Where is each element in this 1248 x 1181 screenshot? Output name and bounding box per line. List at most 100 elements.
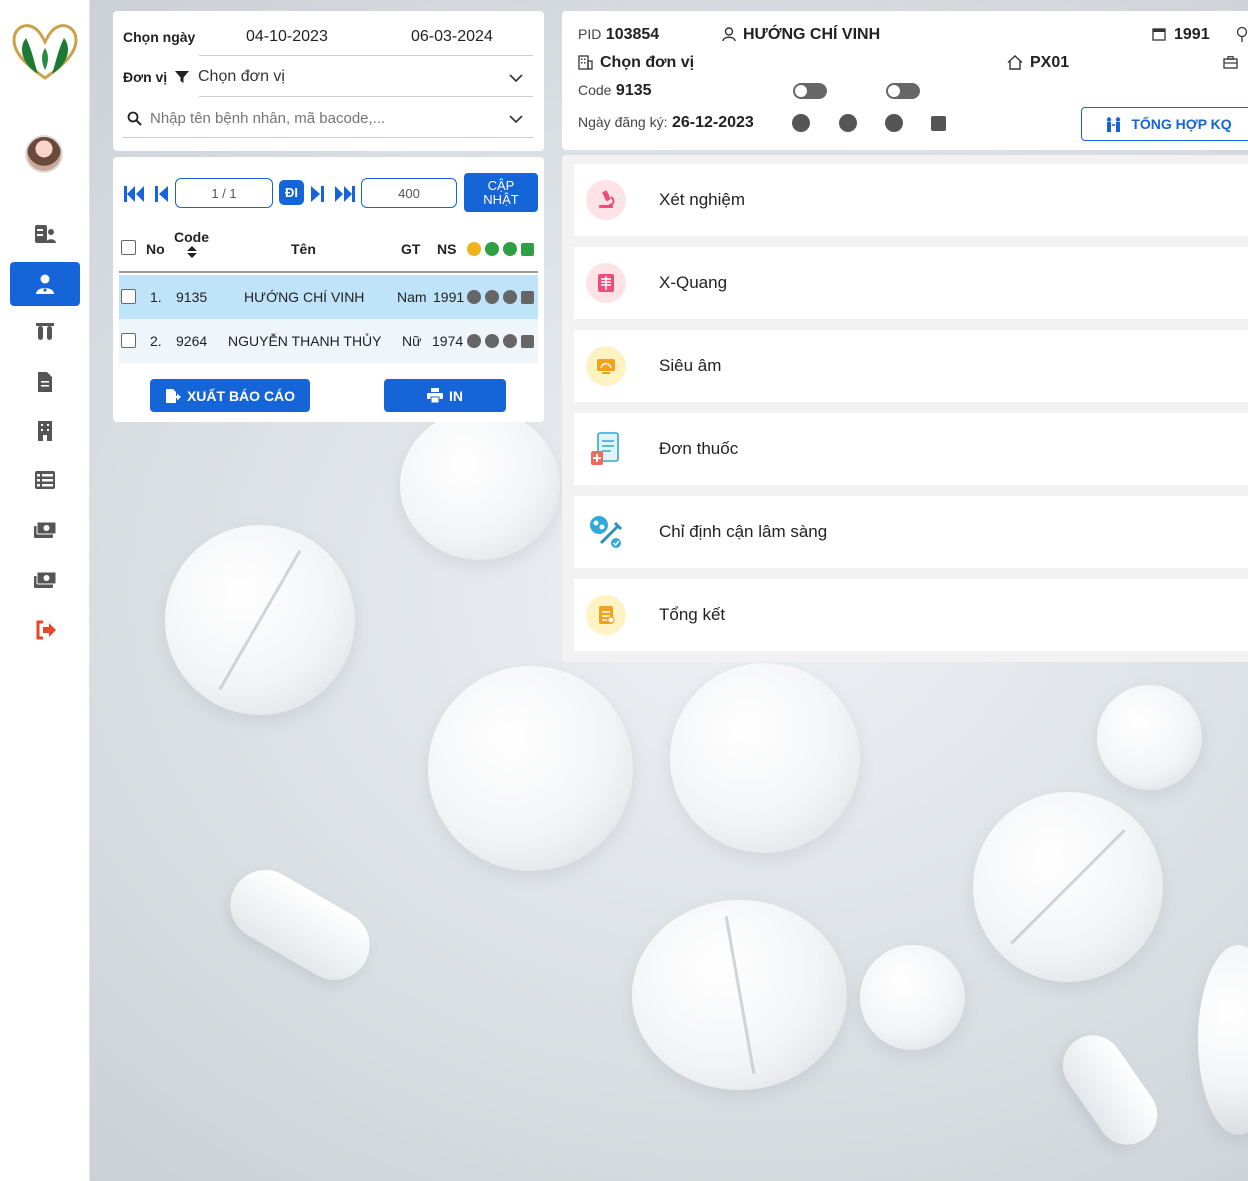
code-value: 9135 (615, 82, 652, 99)
people-icon (1107, 116, 1121, 132)
unit-label: Đơn vị (123, 69, 168, 85)
upload-icon[interactable] (792, 114, 810, 132)
row-gender: Nữ (402, 333, 422, 349)
sidebar-item-building[interactable] (10, 409, 80, 453)
briefcase-icon (1223, 56, 1238, 69)
header-code[interactable]: Code (174, 221, 209, 265)
prev-page-icon[interactable] (155, 185, 169, 203)
pid-label: PID (578, 26, 602, 42)
toggle-switch[interactable] (793, 83, 827, 99)
date-from-input[interactable]: 04-10-2023 (246, 28, 328, 46)
avatar[interactable] (25, 135, 63, 173)
document-icon (38, 372, 52, 392)
checkbox-icon[interactable] (521, 290, 534, 304)
upload-status-icon (467, 242, 481, 256)
upload-icon[interactable] (467, 290, 481, 304)
print-label: IN (449, 387, 463, 404)
print-button[interactable]: IN (384, 379, 506, 412)
unit-select[interactable]: Chọn đơn vị (198, 68, 285, 86)
location-icon (1236, 26, 1248, 42)
go-button[interactable]: ĐI (279, 180, 304, 205)
patient-info-panel: PID 103854 HƯỚNG CHÍ VINH 1991 Chọn đơn … (562, 11, 1248, 150)
sidebar-item-logout[interactable] (10, 608, 80, 652)
row-code: 9135 (176, 289, 208, 305)
menu-item-clinical-orders[interactable]: Chỉ định cận lâm sàng (574, 496, 1248, 568)
toggle-switch[interactable] (886, 83, 920, 99)
room-value: PX01 (1030, 54, 1070, 71)
header-name: Tên (291, 241, 316, 257)
update-button[interactable]: CẬP NHẬT (464, 173, 538, 212)
calendar-icon (1152, 28, 1166, 41)
file-export-icon (165, 388, 181, 403)
menu-item-lab-test[interactable]: Xét nghiệm (574, 164, 1248, 236)
row-checkbox[interactable] (121, 289, 136, 304)
building-icon (38, 421, 52, 441)
row-no: 2. (150, 333, 162, 349)
registration-date: 26-12-2023 (671, 114, 754, 131)
download-icon[interactable] (503, 334, 517, 348)
sidebar-item-payments-2[interactable] (10, 558, 80, 602)
chevron-down-icon[interactable] (509, 71, 523, 85)
sidebar-item-lab[interactable] (10, 310, 80, 354)
table-row[interactable]: 2. 9264 NGUYỄN THANH THỦY Nữ 1974 (119, 319, 538, 363)
check-icon[interactable] (485, 334, 499, 348)
first-page-icon[interactable] (124, 185, 146, 203)
unit-select[interactable]: Chọn đơn vị (600, 54, 694, 72)
download-icon[interactable] (503, 290, 517, 304)
header-no: No (146, 241, 165, 257)
page-input[interactable]: 1 / 1 (175, 178, 273, 208)
filter-panel: Chọn ngày 04-10-2023 06-03-2024 Đơn vị C… (113, 11, 544, 151)
microscope-icon (586, 180, 626, 220)
sidebar-item-list[interactable] (10, 458, 80, 502)
syringe-icon (586, 512, 626, 552)
checkbox-status-icon (521, 242, 534, 256)
row-no: 1. (150, 289, 162, 305)
row-checkbox[interactable] (121, 333, 136, 348)
select-all-checkbox[interactable] (121, 240, 136, 255)
patient-list-panel: 1 / 1 ĐI 400 CẬP NHẬT No Code Tên GT NS … (113, 157, 544, 422)
check-status-icon (485, 242, 499, 256)
last-page-icon[interactable] (333, 185, 355, 203)
search-input[interactable] (150, 107, 490, 129)
row-name: HƯỚNG CHÍ VINH (244, 289, 365, 305)
patient-card-icon (35, 225, 56, 243)
summary-results-button[interactable]: TỔNG HỢP KQ (1081, 107, 1248, 141)
checkbox-icon[interactable] (521, 334, 534, 348)
export-report-button[interactable]: XUẤT BÁO CÁO (150, 379, 310, 412)
sidebar-item-doctor[interactable] (10, 262, 80, 306)
page-size-input[interactable]: 400 (361, 178, 457, 208)
building-icon (578, 55, 593, 70)
upload-icon[interactable] (467, 334, 481, 348)
table-header: No Code Tên GT NS (119, 227, 538, 273)
check-icon[interactable] (839, 114, 857, 132)
summary-results-label: TỔNG HỢP KQ (1131, 116, 1232, 132)
menu-item-label: Đơn thuốc (659, 439, 739, 458)
money-icon (34, 521, 57, 538)
table-row[interactable]: 1. 9135 HƯỚNG CHÍ VINH Nam 1991 (119, 275, 538, 319)
download-icon[interactable] (885, 114, 903, 132)
menu-item-label: Tổng kết (659, 605, 726, 624)
menu-item-ultrasound[interactable]: Siêu âm (574, 330, 1248, 402)
check-icon[interactable] (485, 290, 499, 304)
menu-item-label: Xét nghiệm (659, 190, 745, 209)
money-icon (34, 571, 57, 588)
chevron-down-icon[interactable] (509, 112, 523, 126)
header-gender: GT (401, 241, 421, 257)
sidebar (0, 0, 90, 1181)
checkbox-icon[interactable] (931, 116, 946, 131)
sidebar-item-patients[interactable] (10, 212, 80, 256)
filter-icon (175, 71, 189, 83)
sort-icon[interactable] (186, 245, 197, 258)
search-icon (127, 111, 142, 126)
download-status-icon (503, 242, 517, 256)
update-label-line1: CẬP (487, 177, 515, 193)
sidebar-item-payments[interactable] (10, 508, 80, 552)
update-label-line2: NHẬT (483, 191, 519, 207)
ultrasound-icon (586, 346, 626, 386)
menu-item-prescription[interactable]: Đơn thuốc (574, 413, 1248, 485)
next-page-icon[interactable] (310, 185, 324, 203)
menu-item-xray[interactable]: X-Quang (574, 247, 1248, 319)
date-to-input[interactable]: 06-03-2024 (411, 28, 493, 46)
sidebar-item-documents[interactable] (10, 360, 80, 404)
menu-item-summary[interactable]: Tổng kết (574, 579, 1248, 651)
